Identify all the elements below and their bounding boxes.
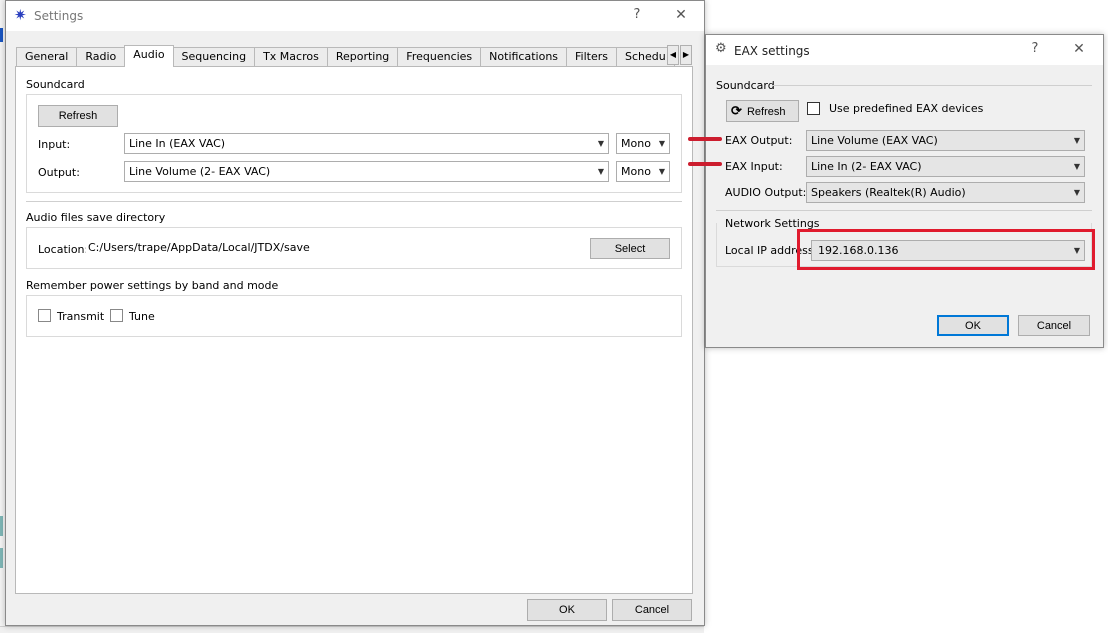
settings-ok-button[interactable]: OK	[527, 599, 607, 621]
output-label: Output:	[38, 166, 80, 179]
tab-scroll-right-icon[interactable]: ▶	[680, 45, 692, 65]
eax-output-select[interactable]: Line Volume (EAX VAC) ▼	[806, 130, 1085, 151]
location-label: Location:	[38, 243, 89, 256]
tab-bar: General Radio Audio Sequencing Tx Macros Repo…	[16, 45, 680, 67]
chevron-down-icon: ▼	[597, 139, 604, 148]
eax-close-icon[interactable]: ✕	[1068, 39, 1090, 59]
chevron-down-icon: ▼	[658, 167, 665, 176]
tune-label: Tune	[129, 310, 155, 323]
chevron-down-icon: ▼	[597, 167, 604, 176]
tab-audio[interactable]: Audio	[124, 45, 174, 67]
transmit-label: Transmit	[57, 310, 105, 323]
predefined-eax-label: Use predefined EAX devices	[829, 102, 984, 115]
close-icon[interactable]: ✕	[670, 5, 692, 25]
divider	[26, 201, 682, 202]
eax-input-label: EAX Input:	[725, 160, 783, 173]
annotation-red-line-output	[688, 137, 722, 141]
audio-output-label: AUDIO Output:	[725, 186, 807, 199]
settings-title: Settings	[34, 9, 84, 23]
output-channel-select[interactable]: Mono ▼	[616, 161, 670, 182]
tab-scroll-left-icon[interactable]: ◀	[667, 45, 679, 65]
chevron-down-icon: ▼	[1073, 188, 1080, 197]
tune-checkbox[interactable]	[110, 309, 123, 322]
predefined-eax-checkbox[interactable]	[807, 102, 820, 115]
eax-soundcard-label: Soundcard	[716, 79, 775, 92]
eax-input-select[interactable]: Line In (2- EAX VAC) ▼	[806, 156, 1085, 177]
eax-settings-window: ⚙ EAX settings ? ✕ Soundcard ⟳ Refresh U…	[705, 34, 1104, 348]
eax-soundcard-line	[772, 85, 1092, 86]
network-top-line	[716, 210, 1092, 211]
gear-icon: ⚙	[715, 41, 727, 56]
tab-general[interactable]: General	[16, 47, 78, 67]
refresh-button[interactable]: Refresh	[38, 105, 118, 127]
background-teal-mark	[0, 548, 3, 568]
background-teal-mark	[0, 516, 3, 536]
eax-ok-button[interactable]: OK	[937, 315, 1009, 336]
eax-help-button[interactable]: ?	[1024, 39, 1046, 59]
eax-output-label: EAX Output:	[725, 134, 793, 147]
settings-titlebar[interactable]: ✷ Settings ? ✕	[6, 1, 704, 31]
tab-tx-macros[interactable]: Tx Macros	[254, 47, 328, 67]
chevron-down-icon: ▼	[1073, 162, 1080, 171]
tab-radio[interactable]: Radio	[76, 47, 126, 67]
output-device-select[interactable]: Line Volume (2- EAX VAC) ▼	[124, 161, 609, 182]
chevron-down-icon: ▼	[1073, 136, 1080, 145]
chevron-down-icon: ▼	[658, 139, 665, 148]
tab-sequencing[interactable]: Sequencing	[172, 47, 256, 67]
background-app-strip	[0, 626, 704, 633]
power-settings-label: Remember power settings by band and mode	[26, 279, 279, 292]
annotation-red-line-input	[688, 162, 722, 166]
soundcard-section-label: Soundcard	[26, 78, 85, 91]
settings-window: ✷ Settings ? ✕ General Radio Audio Sequenci…	[5, 0, 705, 626]
save-directory-label: Audio files save directory	[26, 211, 166, 224]
input-label: Input:	[38, 138, 71, 151]
select-directory-button[interactable]: Select	[590, 238, 670, 259]
power-settings-group	[26, 295, 682, 337]
eax-titlebar[interactable]: ⚙ EAX settings ? ✕	[706, 35, 1103, 65]
tab-reporting[interactable]: Reporting	[326, 47, 399, 67]
background-blue-mark	[0, 28, 3, 42]
help-button[interactable]: ?	[626, 5, 648, 25]
refresh-icon: ⟳	[731, 103, 742, 118]
input-device-select[interactable]: Line In (EAX VAC) ▼	[124, 133, 609, 154]
eax-title: EAX settings	[734, 44, 810, 58]
location-path: C:/Users/trape/AppData/Local/JTDX/save	[86, 237, 584, 258]
tab-filters[interactable]: Filters	[566, 47, 618, 67]
audio-output-select[interactable]: Speakers (Realtek(R) Audio) ▼	[806, 182, 1085, 203]
app-star-icon: ✷	[14, 6, 27, 24]
transmit-checkbox[interactable]	[38, 309, 51, 322]
annotation-red-box-ip	[797, 229, 1095, 270]
eax-refresh-button[interactable]: ⟳ Refresh	[726, 100, 799, 122]
eax-cancel-button[interactable]: Cancel	[1018, 315, 1090, 336]
input-channel-select[interactable]: Mono ▼	[616, 133, 670, 154]
settings-cancel-button[interactable]: Cancel	[612, 599, 692, 621]
tab-schedule[interactable]: Schedu	[616, 47, 675, 67]
tab-notifications[interactable]: Notifications	[480, 47, 568, 67]
audio-tab-pane: Soundcard Refresh Input: Line In (EAX VA…	[15, 66, 693, 594]
tab-frequencies[interactable]: Frequencies	[397, 47, 482, 67]
